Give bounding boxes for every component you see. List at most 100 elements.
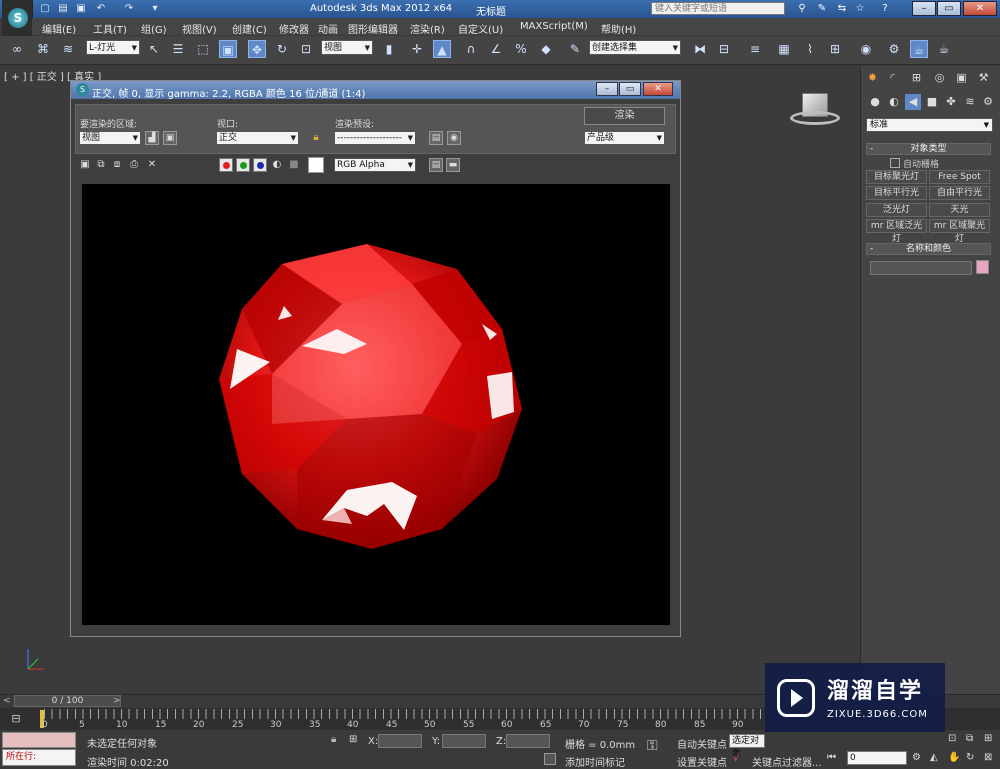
monochrome-icon[interactable]: ■: [287, 158, 301, 172]
render-window-close-button[interactable]: ✕: [643, 82, 673, 96]
mr-area-omni-button[interactable]: mr 区域泛光灯: [866, 219, 927, 244]
pan-view-icon[interactable]: ✋: [948, 752, 960, 763]
select-object-icon[interactable]: ↖: [145, 40, 163, 58]
spinner-snap-icon[interactable]: ◆: [537, 40, 555, 58]
maximize-viewport-icon[interactable]: ⊠: [984, 752, 992, 763]
area-to-render-dropdown[interactable]: 视图 ▼: [79, 131, 141, 145]
render-setup-small-icon[interactable]: ▤: [429, 131, 443, 145]
auto-key-button[interactable]: 自动关键点: [677, 736, 727, 751]
search-input[interactable]: 键入关键字或短语: [651, 2, 785, 15]
maxscript-line-field[interactable]: 所在行:: [2, 749, 76, 766]
named-selection-dropdown[interactable]: 创建选择集 ▼: [589, 40, 681, 55]
object-name-input[interactable]: [870, 261, 972, 275]
free-spot-button[interactable]: Free Spot: [929, 170, 990, 184]
menu-animation[interactable]: 动画: [318, 21, 338, 36]
mr-area-spot-button[interactable]: mr 区域聚光灯: [929, 219, 990, 244]
angle-snap-icon[interactable]: ∠: [487, 40, 505, 58]
key-filters-button[interactable]: 关键点过滤器...: [752, 754, 822, 769]
edit-named-selection-icon[interactable]: ✎: [566, 40, 584, 58]
x-coordinate-input[interactable]: [378, 734, 422, 748]
link-icon[interactable]: ∞: [8, 40, 26, 58]
rendered-frame-window-icon[interactable]: ☕: [910, 40, 928, 58]
time-tag-icon[interactable]: [544, 753, 556, 765]
schematic-view-icon[interactable]: ⊞: [826, 40, 844, 58]
rect-selection-icon[interactable]: ⬚: [194, 40, 212, 58]
current-frame-input[interactable]: 0: [847, 751, 907, 765]
menu-create[interactable]: 创建(C): [232, 21, 267, 36]
hierarchy-tab-icon[interactable]: ⊞: [908, 69, 925, 86]
target-direct-button[interactable]: 目标平行光: [866, 186, 927, 200]
field-of-view-icon[interactable]: ◭: [930, 752, 938, 763]
toggle-ui-overlay-icon[interactable]: ▤: [429, 158, 443, 172]
add-time-tag[interactable]: 添加时间标记: [565, 754, 625, 769]
render-quality-dropdown[interactable]: 产品级 ▼: [584, 131, 665, 145]
skylight-button[interactable]: 天光: [929, 203, 990, 217]
render-setup-icon[interactable]: ⚙: [885, 40, 903, 58]
orbit-icon[interactable]: ↻: [966, 752, 974, 763]
mirror-icon[interactable]: ⧓: [691, 40, 709, 58]
select-move-icon[interactable]: ✥: [248, 40, 266, 58]
align-icon[interactable]: ⊟: [715, 40, 733, 58]
set-key-button[interactable]: 设置关键点: [677, 754, 727, 769]
copy-image-icon[interactable]: ⧉: [94, 158, 108, 172]
time-next-icon[interactable]: >: [113, 696, 121, 706]
blue-channel-toggle[interactable]: [253, 158, 267, 172]
z-coordinate-input[interactable]: [506, 734, 550, 748]
time-prev-icon[interactable]: <: [3, 696, 11, 706]
utilities-tab-icon[interactable]: ⚒: [975, 69, 992, 86]
mini-curve-editor-icon[interactable]: ⊟: [8, 712, 24, 726]
menu-customize[interactable]: 自定义(U): [458, 21, 503, 36]
redo-icon[interactable]: ↷: [122, 2, 136, 15]
menu-maxscript[interactable]: MAXScript(M): [520, 21, 588, 32]
menu-tools[interactable]: 工具(T): [93, 21, 127, 36]
favorites-star-icon[interactable]: ☆: [853, 2, 867, 15]
green-channel-toggle[interactable]: [236, 158, 250, 172]
zoom-extents-all-icon[interactable]: ⧉: [966, 733, 973, 744]
cameras-icon[interactable]: ■: [924, 94, 940, 110]
render-button[interactable]: 渲染: [584, 107, 665, 125]
render-window-minimize-button[interactable]: –: [596, 82, 618, 96]
minimize-button[interactable]: –: [912, 1, 936, 16]
menu-views[interactable]: 视图(V): [182, 21, 217, 36]
save-image-icon[interactable]: ▣: [78, 158, 92, 172]
percent-snap-icon[interactable]: %: [512, 40, 530, 58]
curve-editor-icon[interactable]: ⌇: [801, 40, 819, 58]
reference-coord-dropdown[interactable]: 视图 ▼: [321, 40, 373, 55]
undo-icon[interactable]: ↶: [94, 2, 108, 15]
shapes-icon[interactable]: ◐: [886, 94, 902, 110]
omni-button[interactable]: 泛光灯: [866, 203, 927, 217]
maximize-button[interactable]: ▭: [937, 1, 961, 16]
absolute-mode-icon[interactable]: ⊞: [349, 734, 357, 745]
display-channel-dropdown[interactable]: RGB Alpha ▼: [334, 158, 416, 172]
time-config-icon[interactable]: ⚙: [912, 752, 921, 763]
object-category-dropdown[interactable]: 标准 ▼: [866, 118, 993, 132]
object-color-swatch[interactable]: [976, 260, 989, 274]
viewcube[interactable]: [790, 93, 842, 133]
set-key-icon[interactable]: ⚿: [647, 738, 658, 754]
exchange-icon[interactable]: ⇆: [835, 2, 849, 15]
binoculars-icon[interactable]: ⚲: [795, 2, 809, 15]
selection-filter-dropdown[interactable]: L-灯光 ▼: [86, 40, 140, 55]
menu-graph-editors[interactable]: 图形编辑器: [348, 21, 398, 36]
create-tab-icon[interactable]: ✸: [864, 69, 881, 86]
help-icon[interactable]: ?: [878, 2, 892, 15]
new-file-icon[interactable]: ▢: [38, 2, 52, 15]
auto-grid-checkbox[interactable]: 自动栅格: [890, 157, 939, 170]
save-icon[interactable]: ▣: [74, 2, 88, 15]
motion-tab-icon[interactable]: ◎: [931, 69, 948, 86]
zoom-region-icon[interactable]: ⊞: [984, 733, 992, 744]
display-tab-icon[interactable]: ▣: [953, 69, 970, 86]
print-image-icon[interactable]: ⎙: [127, 158, 141, 172]
clone-window-icon[interactable]: ⧈: [110, 158, 124, 172]
keyboard-shortcut-override-icon[interactable]: ▲: [433, 40, 451, 58]
lights-icon[interactable]: ◀: [905, 94, 921, 110]
background-color-swatch[interactable]: [308, 157, 324, 173]
tools-icon[interactable]: ✎: [815, 2, 829, 15]
alpha-channel-icon[interactable]: ◐: [270, 158, 284, 172]
environment-effects-icon[interactable]: ◉: [447, 131, 461, 145]
maxscript-listener-input[interactable]: [2, 732, 76, 748]
selection-lock-icon[interactable]: 🔒︎: [331, 734, 336, 745]
select-by-name-icon[interactable]: ☰: [169, 40, 187, 58]
quick-access-dropdown-icon[interactable]: ▾: [148, 2, 162, 15]
menu-rendering[interactable]: 渲染(R): [410, 21, 445, 36]
